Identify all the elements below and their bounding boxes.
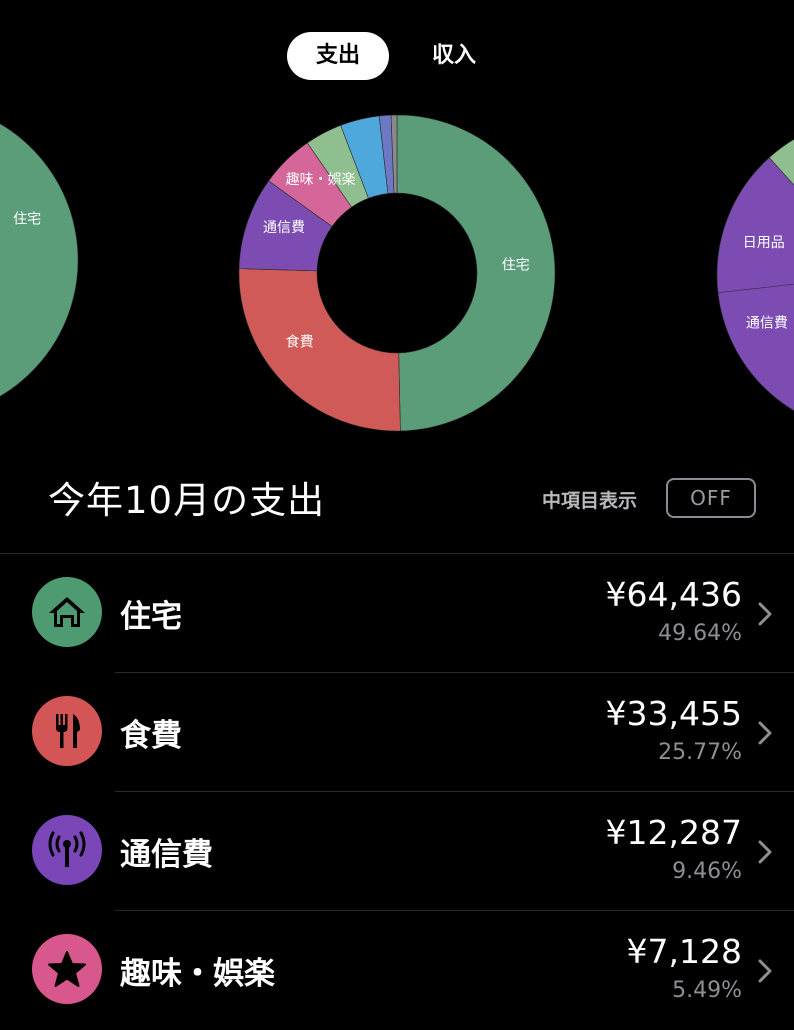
category-percent: 49.64% [658, 621, 742, 646]
category-percent: 25.77% [658, 740, 742, 765]
expense-income-tabs: 支出 収入 [0, 32, 794, 82]
house-icon [49, 597, 85, 627]
category-amount: ¥64,436 [605, 575, 742, 614]
category-name: 住宅 [120, 599, 182, 635]
donut-slice-center [396, 114, 556, 432]
donut-slice-label: 食費 [286, 333, 314, 350]
category-amount: ¥7,128 [626, 932, 742, 971]
donut-slice-label: 通信費 [263, 220, 305, 236]
chevron-right-icon [758, 959, 772, 983]
fork-knife-icon [56, 714, 80, 748]
category-percent: 9.46% [672, 859, 742, 884]
subcategory-toggle-button[interactable]: OFF [666, 478, 756, 518]
category-amount: ¥33,455 [605, 694, 742, 733]
tab-income[interactable]: 収入 [408, 32, 500, 80]
category-name: 趣味・娯楽 [120, 956, 275, 992]
row-divider [115, 910, 794, 911]
donut-slice-label: 住宅 [13, 211, 41, 227]
chevron-right-icon [758, 721, 772, 745]
category-icon-circle [32, 934, 102, 1004]
category-row-communication[interactable]: 通信費 ¥12,287 9.46% [0, 793, 794, 911]
subcategory-toggle-label: 中項目表示 [542, 490, 638, 512]
chevron-right-icon [758, 602, 772, 626]
antenna-icon [48, 831, 86, 867]
divider [0, 553, 794, 554]
donut-slice-left [0, 123, 79, 397]
category-icon-circle [32, 577, 102, 647]
row-divider [115, 791, 794, 792]
category-row-hobby[interactable]: 趣味・娯楽 ¥7,128 5.49% [0, 912, 794, 1030]
row-divider [115, 672, 794, 673]
donut-slice-right [716, 157, 794, 294]
tab-expense[interactable]: 支出 [287, 32, 389, 80]
page-title: 今年10月の支出 [48, 479, 326, 522]
category-row-food[interactable]: 食費 ¥33,455 25.77% [0, 674, 794, 792]
category-amount: ¥12,287 [605, 813, 742, 852]
category-percent: 5.49% [672, 978, 742, 1003]
donut-slice-label: 住宅 [502, 258, 530, 274]
donut-chart-carousel[interactable]: 住宅食費通信費趣味・娯楽住宅教日用品通信費 [0, 100, 794, 445]
category-row-housing[interactable]: 住宅 ¥64,436 49.64% [0, 555, 794, 673]
chevron-right-icon [758, 840, 772, 864]
category-name: 通信費 [120, 837, 213, 873]
donut-slice-label: 趣味・娯楽 [286, 172, 356, 188]
category-icon-circle [32, 696, 102, 766]
star-icon [48, 951, 86, 987]
category-name: 食費 [120, 718, 182, 754]
donut-slice-label: 日用品 [743, 235, 785, 251]
donut-slice-label: 通信費 [746, 315, 788, 331]
donut-slice-center [238, 268, 401, 432]
category-icon-circle [32, 815, 102, 885]
donut-chart-svg: 住宅食費通信費趣味・娯楽住宅教日用品通信費 [0, 114, 794, 432]
